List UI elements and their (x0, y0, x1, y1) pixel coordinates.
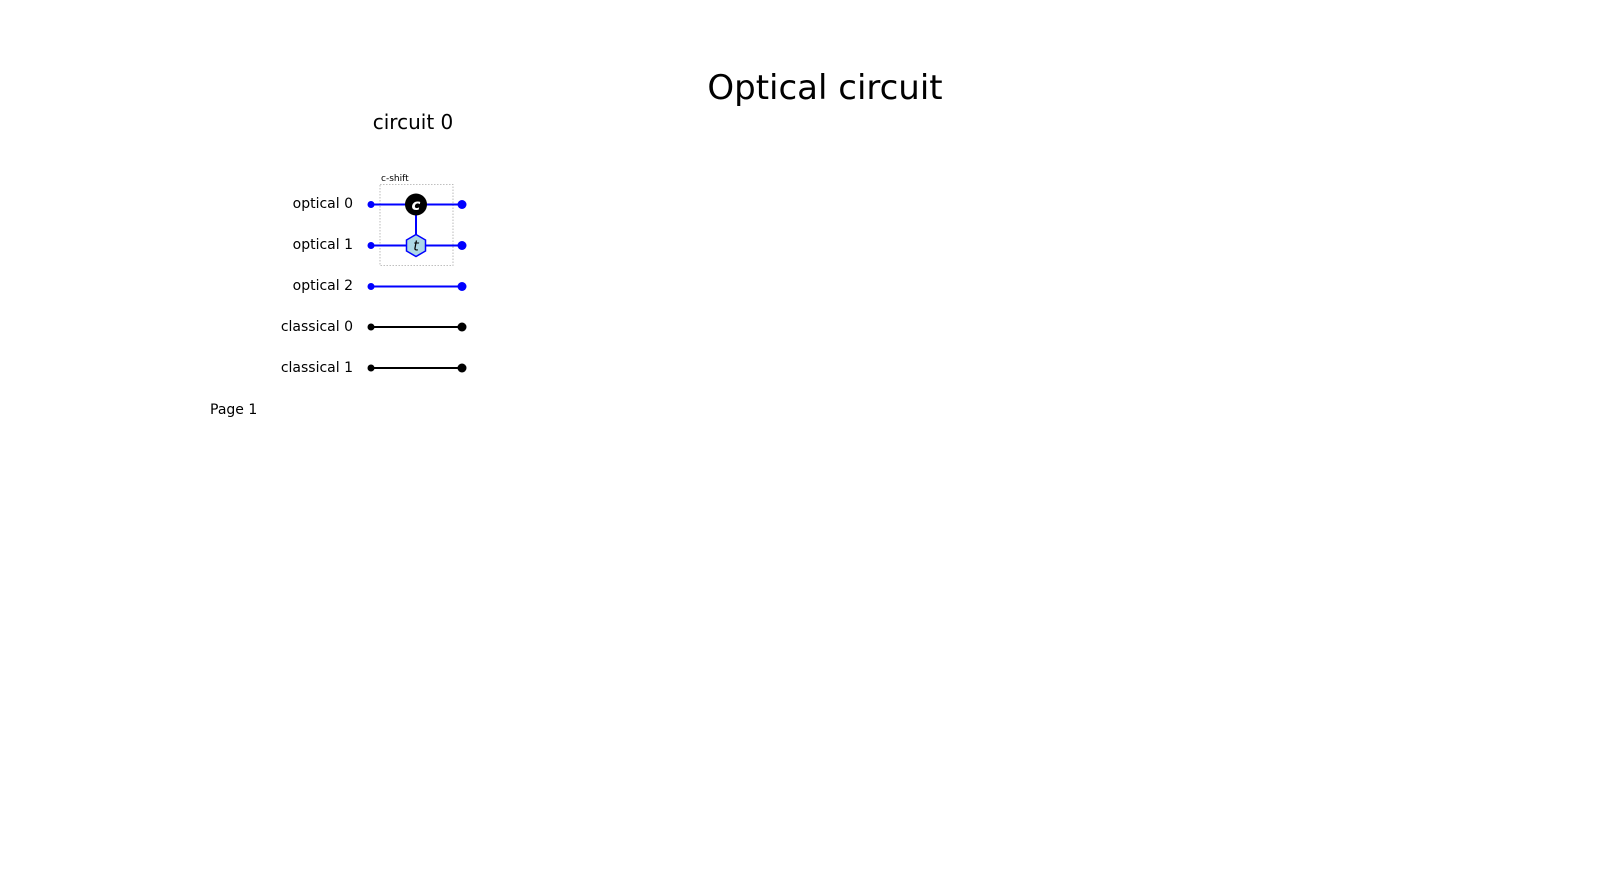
wire-end-dot (457, 363, 467, 373)
diagram-canvas: Optical circuit circuit 0 c-shift optica… (210, 68, 943, 418)
wire-end-dot (457, 282, 467, 291)
page-title: Optical circuit (707, 68, 942, 108)
wire-start-dot (367, 364, 375, 372)
gate-label: c-shift (381, 174, 409, 184)
wire-classical-0 (367, 322, 467, 332)
wire-start-dot (367, 242, 375, 249)
wire-label-classical-1: classical 1 (281, 360, 353, 376)
wire-end-dot (457, 322, 467, 332)
wire-end-dot (457, 200, 467, 209)
wire-start-dot (367, 201, 375, 208)
wire-start-dot (367, 283, 375, 290)
wire-classical-1 (367, 363, 467, 373)
circuit-title: circuit 0 (373, 110, 454, 134)
target-node: t (405, 233, 427, 258)
wire-label-optical-1: optical 1 (293, 237, 353, 253)
page-label: Page 1 (210, 402, 257, 418)
control-node: c (405, 193, 427, 216)
wire-label-optical-2: optical 2 (293, 278, 353, 294)
target-node-symbol: t (413, 239, 419, 255)
wire-label-optical-0: optical 0 (293, 196, 353, 212)
wire-end-dot (457, 241, 467, 250)
wire-start-dot (367, 323, 375, 331)
control-node-symbol: c (412, 196, 421, 214)
wire-label-classical-0: classical 0 (281, 319, 353, 335)
wire-optical-2 (367, 282, 467, 291)
